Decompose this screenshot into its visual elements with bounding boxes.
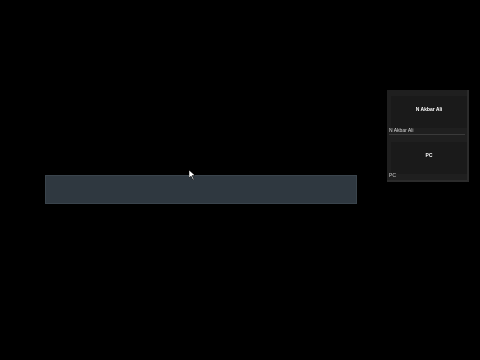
- user-row-label[interactable]: PC: [389, 173, 396, 179]
- user-tile-n-akbar-ali[interactable]: N Akbar Ali: [391, 96, 467, 128]
- mouse-pointer-icon: [188, 167, 197, 181]
- user-switcher-panel: N Akbar Ali N Akbar Ali PC PC: [387, 90, 469, 182]
- user-tile-name: N Akbar Ali: [415, 107, 443, 113]
- divider: [389, 134, 465, 135]
- text-input-bar[interactable]: [45, 175, 357, 204]
- user-tile-pc[interactable]: PC: [391, 142, 467, 174]
- desktop-screen: N Akbar Ali N Akbar Ali PC PC: [0, 0, 480, 360]
- user-tile-name: PC: [425, 153, 433, 159]
